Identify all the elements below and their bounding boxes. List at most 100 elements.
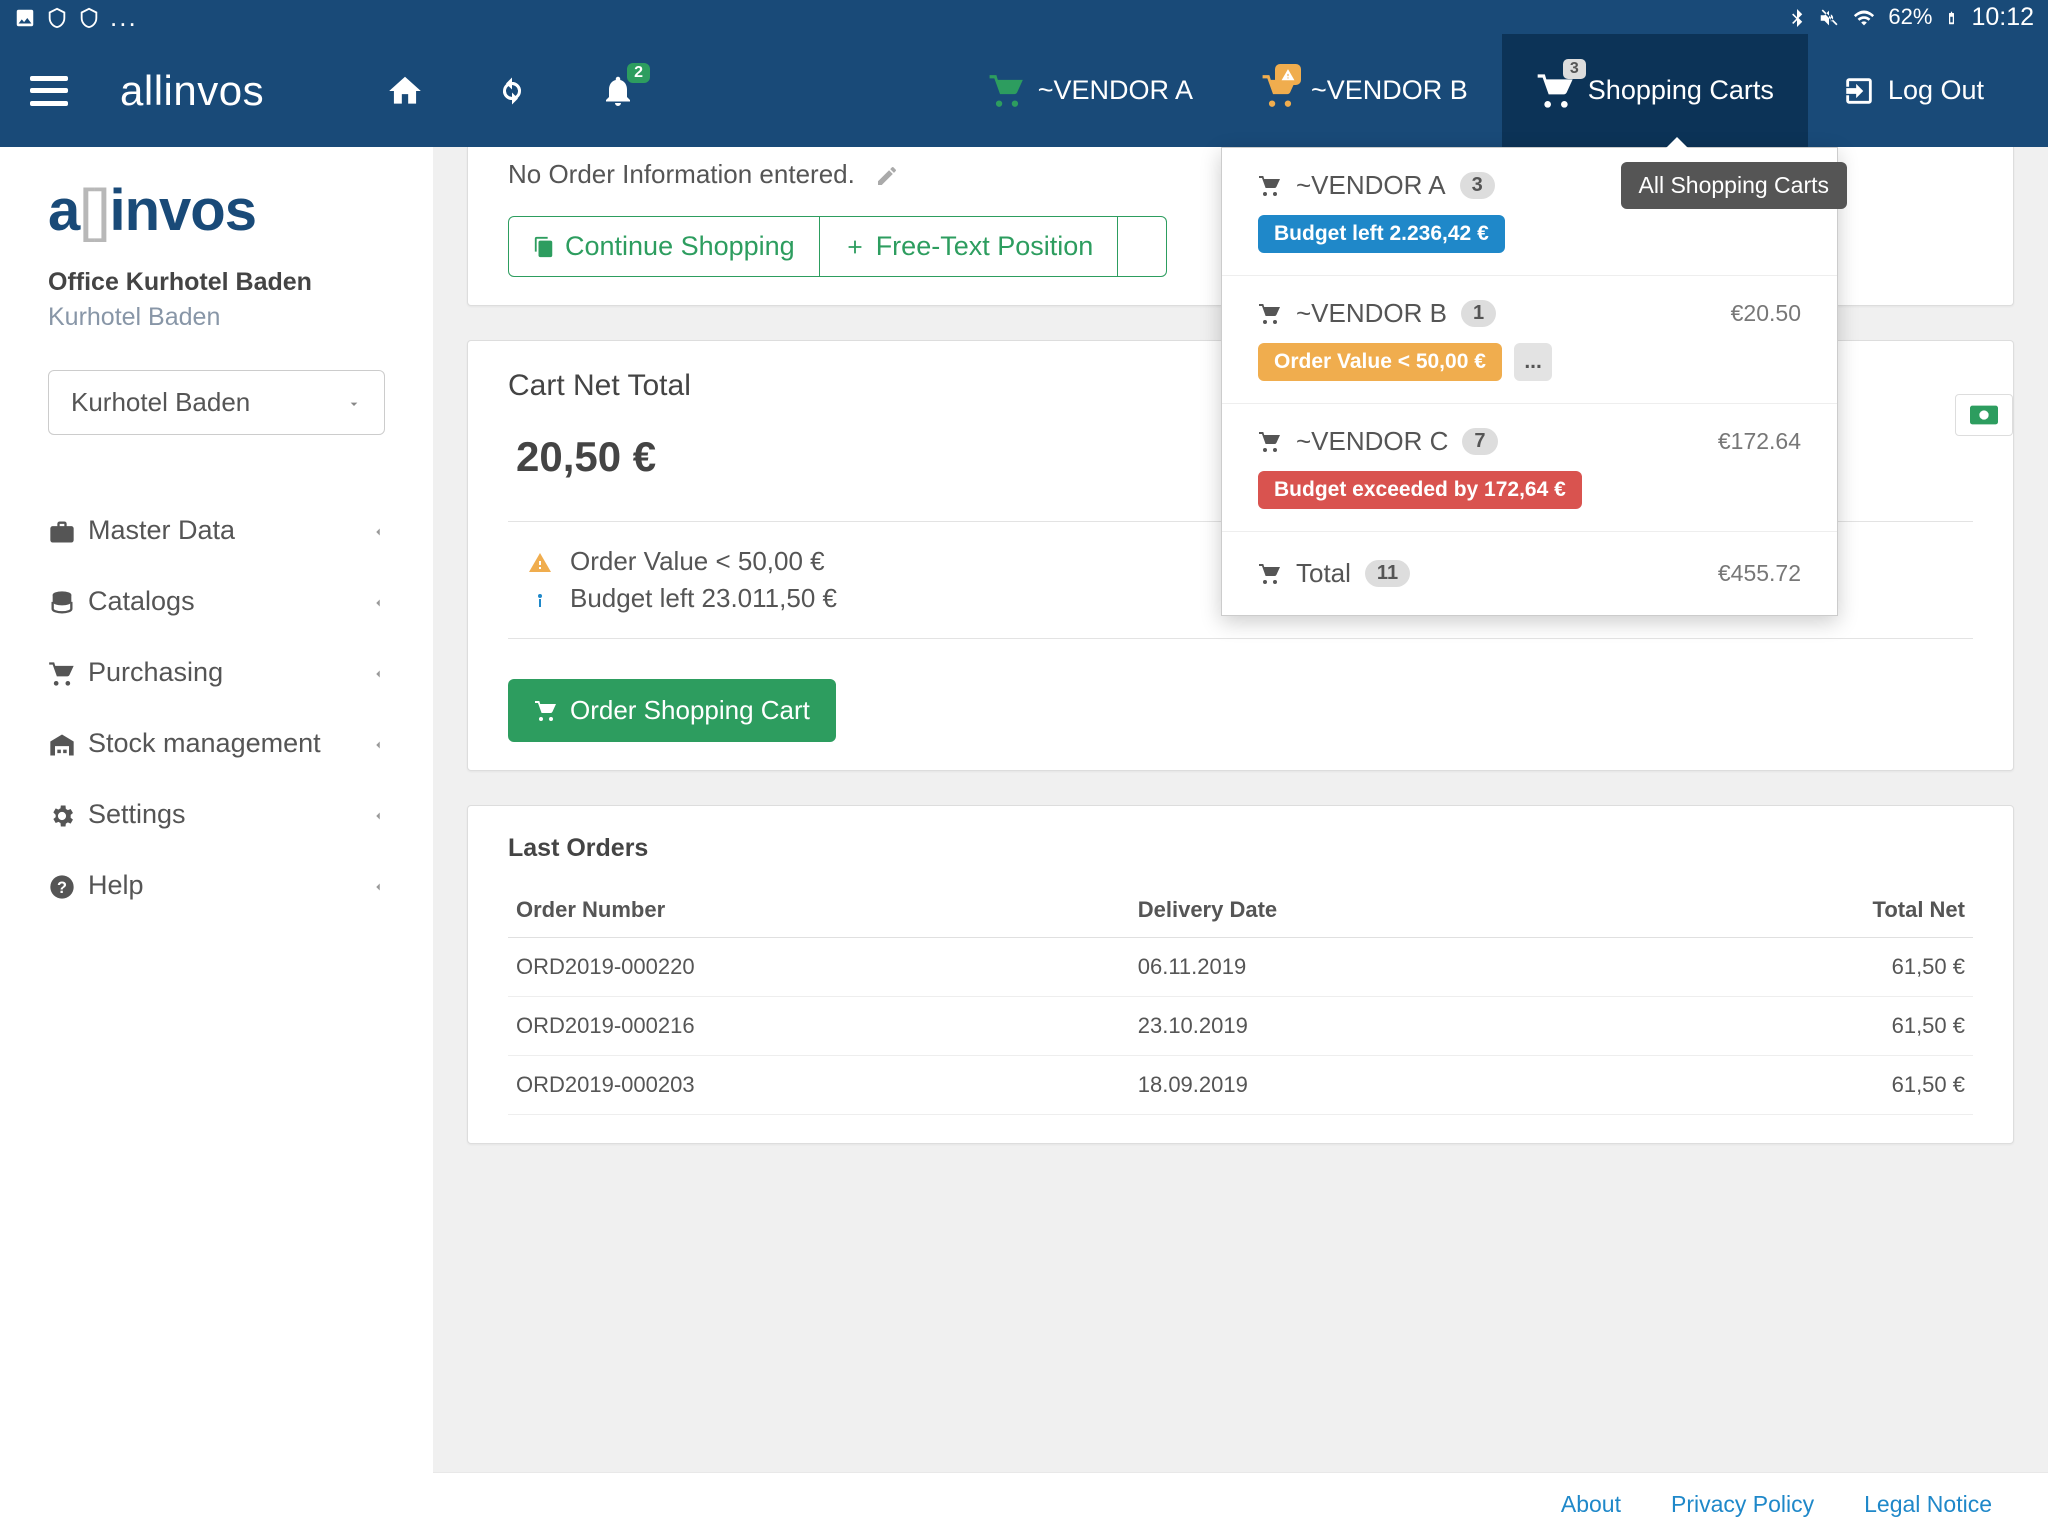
free-text-button[interactable]: Free-Text Position — [820, 216, 1119, 277]
menu-label: Master Data — [88, 515, 235, 546]
chevron-left-icon — [371, 586, 385, 617]
mute-icon — [1818, 4, 1840, 30]
image-icon — [14, 4, 36, 30]
item-amount: €20.50 — [1731, 300, 1801, 327]
no-order-text: No Order Information entered. — [508, 159, 855, 190]
order-num: ORD2019-000220 — [508, 938, 1130, 997]
dropdown-item[interactable]: ~VENDOR B 1 €20.50 Order Value < 50,00 €… — [1222, 276, 1837, 404]
sidebar-item-settings[interactable]: Settings — [48, 779, 385, 850]
table-row[interactable]: ORD2019-00021623.10.201961,50 € — [508, 997, 1973, 1056]
chevron-left-icon — [371, 515, 385, 546]
sidebar-item-catalogs[interactable]: Catalogs — [48, 566, 385, 637]
col-total-net: Total Net — [1626, 883, 1973, 938]
chevron-left-icon — [371, 728, 385, 759]
footer-privacy[interactable]: Privacy Policy — [1671, 1491, 1814, 1518]
wifi-icon — [1852, 4, 1876, 30]
hamburger-icon[interactable] — [30, 76, 68, 106]
last-orders-panel: Last Orders Order Number Delivery Date T… — [467, 805, 2014, 1144]
help-icon: ? — [48, 870, 88, 901]
nav-shopping-carts[interactable]: 3 Shopping Carts — [1502, 34, 1808, 147]
cart-icon: 3 — [1536, 71, 1576, 111]
cart-icon — [48, 657, 88, 688]
order-cart-button[interactable]: Order Shopping Cart — [508, 679, 836, 742]
warehouse-icon — [48, 728, 88, 759]
vendor-name: ~VENDOR B — [1296, 298, 1447, 329]
third-button[interactable] — [1118, 216, 1167, 277]
order-date: 23.10.2019 — [1130, 997, 1627, 1056]
status-badge: Budget left 2.236,42 € — [1258, 215, 1505, 253]
home-icon[interactable] — [386, 72, 424, 110]
continue-shopping-button[interactable]: Continue Shopping — [508, 216, 820, 277]
table-row[interactable]: ORD2019-00022006.11.201961,50 € — [508, 938, 1973, 997]
total-amount: €455.72 — [1718, 560, 1801, 587]
pencil-icon[interactable] — [875, 159, 899, 190]
sidebar-item-purchasing[interactable]: Purchasing — [48, 637, 385, 708]
status-bar: ... 62% 10:12 — [0, 0, 2048, 34]
last-orders-title: Last Orders — [508, 834, 1973, 863]
chevron-left-icon — [371, 799, 385, 830]
order-num: ORD2019-000203 — [508, 1056, 1130, 1115]
table-row[interactable]: ORD2019-00020318.09.201961,50 € — [508, 1056, 1973, 1115]
brand: allinvos — [120, 67, 264, 115]
bell-icon[interactable]: 2 — [600, 73, 636, 109]
menu-label: Settings — [88, 799, 186, 830]
sidebar-item-master-data[interactable]: Master Data — [48, 495, 385, 566]
footer-about[interactable]: About — [1561, 1491, 1621, 1518]
refresh-icon[interactable] — [494, 73, 530, 109]
cart-count-badge: 3 — [1563, 59, 1586, 79]
info-text: Budget left 23.011,50 € — [570, 583, 837, 614]
money-badge[interactable] — [1955, 394, 2013, 436]
menu-label: Purchasing — [88, 657, 223, 688]
location-selector[interactable]: Kurhotel Baden — [48, 370, 385, 435]
vendor-name: ~VENDOR C — [1296, 426, 1448, 457]
gear-icon — [48, 799, 88, 830]
sidebar: a[]invos Office Kurhotel Baden Kurhotel … — [0, 147, 433, 1536]
more-badge[interactable]: ... — [1514, 343, 1552, 381]
order-num: ORD2019-000216 — [508, 997, 1130, 1056]
nav-logout[interactable]: Log Out — [1808, 34, 2018, 147]
menu-label: Stock management — [88, 728, 321, 759]
shield-icon — [78, 4, 100, 30]
office-name: Office Kurhotel Baden — [48, 268, 385, 297]
logo: a[]invos — [48, 177, 385, 244]
cart-icon — [988, 72, 1026, 110]
order-net: 61,50 € — [1626, 1056, 1973, 1115]
sidebar-item-stock[interactable]: Stock management — [48, 708, 385, 779]
item-amount: €172.64 — [1718, 428, 1801, 455]
battery-icon — [1944, 4, 1959, 30]
sidebar-menu: Master Data Catalogs Purchasing Stock ma… — [48, 495, 385, 921]
nav-vendor-a-label: ~VENDOR A — [1038, 75, 1193, 106]
nav-vendor-b[interactable]: ~VENDOR B — [1227, 34, 1502, 147]
nav-vendor-a[interactable]: ~VENDOR A — [954, 34, 1227, 147]
item-count: 3 — [1460, 172, 1495, 199]
vendor-name: ~VENDOR A — [1296, 170, 1446, 201]
location-selector-value: Kurhotel Baden — [71, 387, 250, 418]
nav-logout-label: Log Out — [1888, 75, 1984, 106]
shopping-carts-dropdown: All Shopping Carts ~VENDOR A 3 €262.58 B… — [1221, 147, 1838, 616]
button-label: Free-Text Position — [876, 231, 1094, 262]
chevron-left-icon — [371, 870, 385, 901]
warning-icon — [528, 546, 552, 577]
order-net: 61,50 € — [1626, 997, 1973, 1056]
briefcase-icon — [48, 515, 88, 546]
battery-level: 62% — [1888, 4, 1932, 30]
footer-legal[interactable]: Legal Notice — [1864, 1491, 1992, 1518]
sidebar-item-help[interactable]: ? Help — [48, 850, 385, 921]
order-date: 06.11.2019 — [1130, 938, 1627, 997]
button-label: Continue Shopping — [565, 231, 795, 262]
warning-badge-icon — [1275, 64, 1301, 85]
order-net: 61,50 € — [1626, 938, 1973, 997]
dropdown-tooltip: All Shopping Carts — [1621, 162, 1848, 209]
col-delivery-date: Delivery Date — [1130, 883, 1627, 938]
logout-icon — [1842, 74, 1876, 108]
dropdown-total-row[interactable]: Total 11 €455.72 — [1222, 532, 1837, 615]
nav-shopping-carts-label: Shopping Carts — [1588, 75, 1774, 106]
status-badge: Order Value < 50,00 € — [1258, 343, 1502, 381]
main-content: No Order Information entered. Continue S… — [433, 147, 2048, 1536]
menu-label: Help — [88, 870, 144, 901]
more-icon: ... — [110, 2, 138, 33]
chevron-left-icon — [371, 657, 385, 688]
dropdown-item[interactable]: ~VENDOR C 7 €172.64 Budget exceeded by 1… — [1222, 404, 1837, 532]
clock: 10:12 — [1971, 3, 2034, 32]
nav-vendor-b-label: ~VENDOR B — [1311, 75, 1468, 106]
